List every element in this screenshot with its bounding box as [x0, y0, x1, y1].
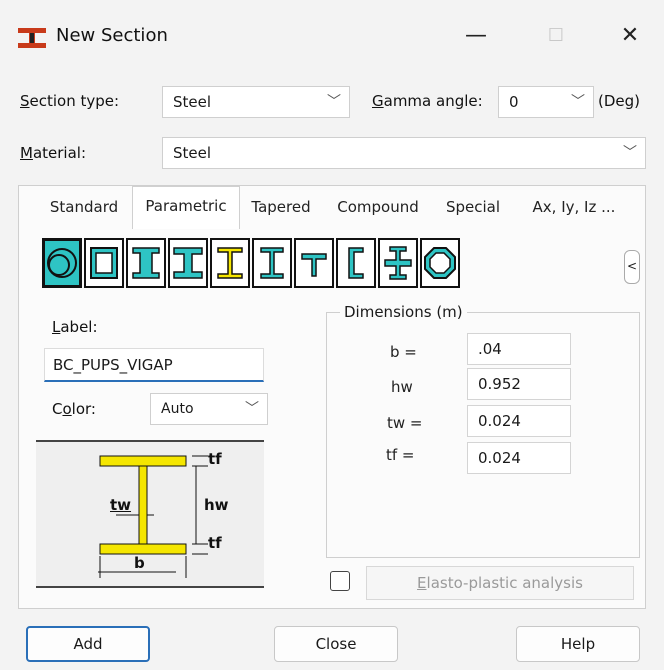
i-section-selected-icon[interactable] — [210, 238, 250, 288]
material-label: Material: — [20, 144, 87, 162]
dim-input-b[interactable]: .04 — [467, 333, 571, 365]
section-type-label-text: ection type: — [29, 92, 120, 110]
dim-input-tw[interactable]: 0.024 — [467, 405, 571, 437]
chevron-down-icon: ﹀ — [571, 94, 585, 110]
color-label-mnemonic: o — [62, 400, 72, 418]
material-label-text: aterial: — [32, 144, 87, 162]
tw-label: tw — [110, 496, 132, 514]
chevron-down-icon: ﹀ — [623, 145, 637, 161]
scroll-left-button[interactable]: < — [624, 250, 640, 284]
t-section-icon[interactable] — [294, 238, 334, 288]
tab-ax-iy-iz[interactable]: Ax, Iy, Iz ... — [516, 188, 632, 226]
dim-label-b: b = — [390, 343, 417, 361]
box-icon[interactable] — [84, 238, 124, 288]
tab-tapered[interactable]: Tapered — [240, 188, 322, 226]
color-select[interactable]: Auto ﹀ — [150, 393, 268, 425]
minimize-button[interactable]: — — [456, 22, 496, 50]
label-field-label: Label: — [52, 318, 98, 336]
i-beam-app-icon — [18, 28, 46, 48]
tube-icon[interactable] — [42, 238, 82, 288]
gamma-unit: (Deg) — [598, 92, 641, 110]
tab-compound[interactable]: Compound — [330, 188, 426, 226]
add-button[interactable]: Add — [26, 626, 150, 662]
elasto-plastic-button[interactable]: Elasto-plastic analysis — [366, 566, 634, 600]
elasto-plastic-checkbox[interactable] — [330, 571, 350, 591]
dim-input-hw[interactable]: 0.952 — [467, 368, 571, 400]
octagon-icon[interactable] — [420, 238, 460, 288]
b-label: b — [134, 554, 145, 572]
material-select[interactable]: Steel ﹀ — [162, 137, 646, 169]
dim-label-tf: tf = — [386, 446, 415, 464]
gamma-angle-select[interactable]: 0 ﹀ — [498, 86, 594, 118]
i-section-icon[interactable] — [252, 238, 292, 288]
title-bar[interactable]: New Section — ☐ ✕ — [0, 0, 664, 72]
section-type-value: Steel — [173, 93, 212, 111]
wide-i-icon[interactable] — [168, 238, 208, 288]
label-input[interactable]: BC_PUPS_VIGAP — [44, 348, 264, 382]
gamma-angle-label-text: amma angle: — [383, 92, 483, 110]
close-window-button[interactable]: ✕ — [610, 22, 650, 50]
section-type-select[interactable]: Steel ﹀ — [162, 86, 350, 118]
tf-bottom-label: tf — [208, 534, 222, 552]
color-label-text: lor: — [71, 400, 96, 418]
tab-special[interactable]: Special — [438, 188, 508, 226]
gamma-angle-label: Gamma angle: — [372, 92, 483, 110]
i-beam-icon[interactable] — [126, 238, 166, 288]
i-section-diagram: tf hw tw tf b — [36, 440, 264, 588]
dim-input-tf[interactable]: 0.024 — [467, 442, 571, 474]
new-section-dialog: New Section — ☐ ✕ Section type: Steel ﹀ … — [0, 0, 664, 670]
dim-label-tw: tw = — [387, 414, 423, 432]
gamma-angle-value: 0 — [509, 93, 519, 111]
i-section-drawing — [98, 455, 208, 578]
channel-icon[interactable] — [336, 238, 376, 288]
maximize-button[interactable]: ☐ — [536, 22, 576, 50]
elasto-plastic-text: lasto-plastic analysis — [426, 574, 583, 592]
color-value: Auto — [161, 401, 194, 417]
chevron-down-icon: ﹀ — [327, 94, 341, 110]
tab-parametric[interactable]: Parametric — [132, 186, 240, 229]
label-field-label-text: abel: — [60, 318, 98, 336]
help-button[interactable]: Help — [516, 626, 640, 662]
material-value: Steel — [173, 144, 212, 162]
tab-standard[interactable]: Standard — [36, 188, 132, 226]
dim-label-hw: hw — [391, 378, 413, 396]
chevron-down-icon: ﹀ — [245, 401, 259, 417]
section-type-label: Section type: — [20, 92, 120, 110]
cross-section-icon[interactable] — [378, 238, 418, 288]
tf-top-label: tf — [208, 450, 222, 468]
color-label: Color: — [52, 400, 96, 418]
close-button[interactable]: Close — [274, 626, 398, 662]
hw-label: hw — [204, 496, 229, 514]
window-title: New Section — [56, 25, 168, 46]
dimensions-title: Dimensions (m) — [340, 303, 467, 321]
